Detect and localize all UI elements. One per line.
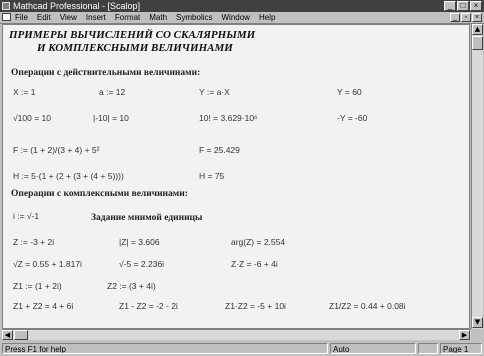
section-real-title: Операции с действительными величинами:: [11, 68, 201, 78]
menu-bar: File Edit View Insert Format Math Symbol…: [0, 12, 484, 24]
expr-a-def[interactable]: a := 12: [99, 87, 125, 97]
doc-close-button[interactable]: ×: [472, 13, 482, 22]
scroll-right-icon[interactable]: ▶: [459, 330, 470, 340]
doc-minimize-button[interactable]: _: [450, 13, 460, 22]
expr-h-def[interactable]: H := 5·(1 + (2 + (3 + (4 + 5)))): [13, 171, 124, 181]
status-help-text: Press F1 for help: [2, 343, 328, 354]
heading-line-2: И КОМПЛЕКСНЫМИ ВЕЛИЧИНАМИ: [37, 42, 233, 54]
menu-window[interactable]: Window: [222, 12, 250, 23]
expr-neg-y[interactable]: -Y = -60: [337, 113, 367, 123]
expr-z1-plus-z2[interactable]: Z1 + Z2 = 4 + 6i: [13, 301, 73, 311]
expr-z1-times-z2[interactable]: Z1·Z2 = -5 + 10i: [225, 301, 286, 311]
menu-symbolics[interactable]: Symbolics: [176, 12, 212, 23]
expr-h-result[interactable]: H = 75: [199, 171, 224, 181]
mathcad-window: Mathcad Professional - [Scalop] _ □ × Fi…: [0, 0, 484, 356]
expr-sqrt-neg5[interactable]: √-5 = 2.236i: [119, 259, 164, 269]
horizontal-scroll-thumb[interactable]: [14, 330, 28, 340]
expr-z-def[interactable]: Z := -3 + 2i: [13, 237, 54, 247]
scroll-left-icon[interactable]: ◀: [2, 330, 13, 340]
status-mode: Auto: [330, 343, 416, 354]
worksheet-area[interactable]: ПРИМЕРЫ ВЫЧИСЛЕНИЙ СО СКАЛЯРНЫМИ И КОМПЛ…: [2, 24, 470, 329]
expr-z1-minus-z2[interactable]: Z1 - Z2 = -2 - 2i: [119, 301, 178, 311]
imaginary-unit-title: Задание мнимой единицы: [91, 213, 203, 223]
expr-y-result[interactable]: Y = 60: [337, 87, 362, 97]
section-complex-title: Операции с комплексными величинами:: [11, 189, 188, 199]
mathcad-app-icon[interactable]: [2, 2, 10, 10]
vertical-scrollbar[interactable]: ▲ ▼: [471, 24, 483, 329]
vertical-scroll-thumb[interactable]: [472, 36, 483, 50]
menu-help[interactable]: Help: [259, 12, 275, 23]
scroll-up-icon[interactable]: ▲: [472, 24, 483, 35]
expr-z1-div-z2[interactable]: Z1/Z2 = 0.44 + 0.08i: [329, 301, 406, 311]
expr-f-result[interactable]: F = 25.429: [199, 145, 240, 155]
expr-z2-def[interactable]: Z2 := (3 + 4i): [107, 281, 156, 291]
document-icon[interactable]: [2, 13, 11, 21]
close-button[interactable]: ×: [470, 1, 482, 11]
expr-sqrt-100[interactable]: √100 = 10: [13, 113, 51, 123]
title-bar: Mathcad Professional - [Scalop] _ □ ×: [0, 0, 484, 12]
window-title: Mathcad Professional - [Scalop]: [13, 1, 141, 11]
scroll-down-icon[interactable]: ▼: [472, 317, 483, 328]
status-bar: Press F1 for help Auto Page 1: [0, 342, 484, 356]
expr-x-def[interactable]: X := 1: [13, 87, 35, 97]
status-page: Page 1: [440, 343, 482, 354]
menu-edit[interactable]: Edit: [37, 12, 51, 23]
expr-z1-def[interactable]: Z1 := (1 + 2i): [13, 281, 62, 291]
expr-arg-z[interactable]: arg(Z) = 2.554: [231, 237, 285, 247]
maximize-button[interactable]: □: [457, 1, 469, 11]
expr-f-def[interactable]: F := (1 + 2)/(3 + 4) + 5²: [13, 145, 99, 155]
menu-file[interactable]: File: [15, 12, 28, 23]
expr-y-def[interactable]: Y := a·X: [199, 87, 230, 97]
menu-format[interactable]: Format: [115, 12, 140, 23]
doc-restore-button[interactable]: ▫: [461, 13, 471, 22]
expr-z-times-z[interactable]: Z·Z = -6 + 4i: [231, 259, 278, 269]
horizontal-scrollbar[interactable]: ◀ ▶: [2, 329, 471, 340]
minimize-button[interactable]: _: [444, 1, 456, 11]
menu-view[interactable]: View: [60, 12, 77, 23]
menu-math[interactable]: Math: [149, 12, 167, 23]
status-blank: [418, 343, 438, 354]
expr-factorial-10[interactable]: 10! = 3.629·10⁶: [199, 113, 258, 123]
expr-sqrt-z[interactable]: √Z = 0.55 + 1.817i: [13, 259, 82, 269]
menu-insert[interactable]: Insert: [86, 12, 106, 23]
heading-line-1: ПРИМЕРЫ ВЫЧИСЛЕНИЙ СО СКАЛЯРНЫМИ: [9, 29, 256, 41]
expr-abs-z[interactable]: |Z| = 3.606: [119, 237, 160, 247]
expr-i-def[interactable]: i := √-1: [13, 211, 39, 221]
expr-abs-10[interactable]: |-10| = 10: [93, 113, 129, 123]
